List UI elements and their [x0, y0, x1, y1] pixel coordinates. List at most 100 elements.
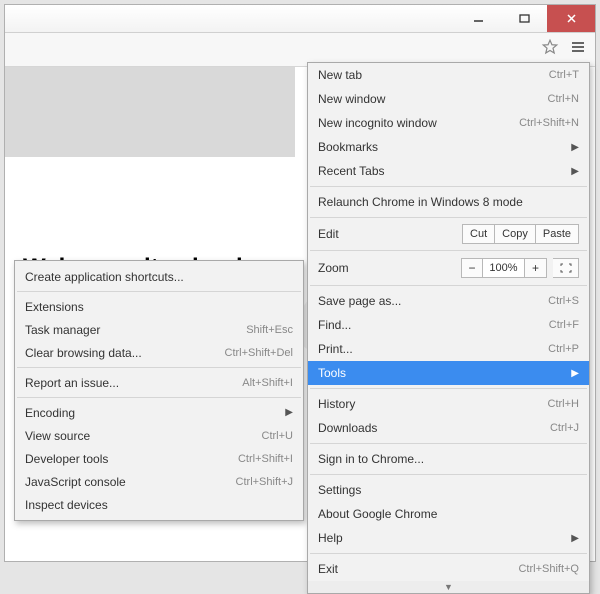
menu-label: Task manager — [25, 323, 246, 337]
maximize-button[interactable] — [501, 5, 547, 32]
close-button[interactable] — [547, 5, 595, 32]
menu-label: View source — [25, 429, 262, 443]
menu-shortcut: Ctrl+U — [262, 430, 293, 442]
separator — [17, 367, 301, 368]
zoom-value: 100% — [483, 258, 525, 278]
zoom-out-button[interactable]: − — [461, 258, 483, 278]
menu-help[interactable]: Help▶ — [308, 526, 589, 550]
menu-shortcut: Ctrl+Shift+N — [519, 117, 579, 129]
menu-label: New tab — [318, 68, 549, 82]
menu-shortcut: Ctrl+N — [548, 93, 579, 105]
menu-label: Print... — [318, 342, 548, 356]
tools-submenu: Create application shortcuts... Extensio… — [14, 260, 304, 521]
chevron-right-icon: ▶ — [571, 368, 579, 379]
menu-label: Find... — [318, 318, 549, 332]
menu-scroll-down[interactable]: ▼ — [308, 581, 589, 593]
separator — [310, 443, 587, 444]
menu-view-source[interactable]: View sourceCtrl+U — [15, 424, 303, 447]
menu-tools[interactable]: Tools ▶ — [308, 361, 589, 385]
menu-label: New window — [318, 92, 548, 106]
menu-label: Clear browsing data... — [25, 346, 225, 360]
copy-button[interactable]: Copy — [495, 224, 536, 244]
menu-label: Encoding — [25, 406, 279, 420]
separator — [17, 291, 301, 292]
menu-label: Downloads — [318, 421, 550, 435]
menu-shortcut: Ctrl+T — [549, 69, 579, 81]
menu-recent-tabs[interactable]: Recent Tabs ▶ — [308, 159, 589, 183]
menu-label: Relaunch Chrome in Windows 8 mode — [318, 195, 579, 209]
menu-label: Recent Tabs — [318, 164, 565, 178]
bookmark-star-icon[interactable] — [541, 38, 559, 61]
menu-new-window[interactable]: New windowCtrl+N — [308, 87, 589, 111]
menu-inspect-devices[interactable]: Inspect devices — [15, 493, 303, 516]
chrome-main-menu: New tabCtrl+T New windowCtrl+N New incog… — [307, 62, 590, 594]
menu-zoom-row: Zoom − 100% + — [308, 254, 589, 282]
menu-about[interactable]: About Google Chrome — [308, 502, 589, 526]
menu-label: JavaScript console — [25, 475, 236, 489]
menu-label: Report an issue... — [25, 376, 242, 390]
separator — [310, 217, 587, 218]
menu-relaunch[interactable]: Relaunch Chrome in Windows 8 mode — [308, 190, 589, 214]
separator — [310, 285, 587, 286]
chevron-right-icon: ▶ — [571, 142, 579, 153]
hamburger-menu-icon[interactable] — [569, 38, 587, 61]
menu-label: Sign in to Chrome... — [318, 452, 579, 466]
menu-save-page[interactable]: Save page as...Ctrl+S — [308, 289, 589, 313]
menu-label: Help — [318, 531, 565, 545]
menu-new-tab[interactable]: New tabCtrl+T — [308, 63, 589, 87]
menu-bookmarks[interactable]: Bookmarks ▶ — [308, 135, 589, 159]
menu-developer-tools[interactable]: Developer toolsCtrl+Shift+I — [15, 447, 303, 470]
menu-extensions[interactable]: Extensions — [15, 295, 303, 318]
menu-label: Save page as... — [318, 294, 548, 308]
separator — [310, 186, 587, 187]
chevron-right-icon: ▶ — [571, 166, 579, 177]
zoom-in-button[interactable]: + — [525, 258, 547, 278]
menu-shortcut: Ctrl+Shift+I — [238, 453, 293, 465]
menu-label: Create application shortcuts... — [25, 270, 293, 284]
menu-clear-data[interactable]: Clear browsing data...Ctrl+Shift+Del — [15, 341, 303, 364]
menu-report-issue[interactable]: Report an issue...Alt+Shift+I — [15, 371, 303, 394]
menu-shortcut: Ctrl+Shift+J — [236, 476, 293, 488]
menu-print[interactable]: Print...Ctrl+P — [308, 337, 589, 361]
menu-shortcut: Ctrl+P — [548, 343, 579, 355]
menu-settings[interactable]: Settings — [308, 478, 589, 502]
menu-find[interactable]: Find...Ctrl+F — [308, 313, 589, 337]
menu-label: New incognito window — [318, 116, 519, 130]
menu-incognito[interactable]: New incognito windowCtrl+Shift+N — [308, 111, 589, 135]
menu-js-console[interactable]: JavaScript consoleCtrl+Shift+J — [15, 470, 303, 493]
menu-shortcut: Alt+Shift+I — [242, 377, 293, 389]
menu-create-shortcuts[interactable]: Create application shortcuts... — [15, 265, 303, 288]
menu-label: Edit — [318, 227, 462, 241]
menu-label: About Google Chrome — [318, 507, 579, 521]
minimize-button[interactable] — [455, 5, 501, 32]
menu-label: Bookmarks — [318, 140, 565, 154]
menu-label: Zoom — [318, 261, 461, 275]
background-shadow — [5, 67, 295, 157]
menu-shortcut: Ctrl+H — [548, 398, 579, 410]
menu-label: Exit — [318, 562, 518, 576]
menu-label: Settings — [318, 483, 579, 497]
menu-task-manager[interactable]: Task managerShift+Esc — [15, 318, 303, 341]
fullscreen-button[interactable] — [553, 258, 579, 278]
menu-shortcut: Ctrl+Shift+Del — [225, 347, 293, 359]
cut-button[interactable]: Cut — [462, 224, 495, 244]
menu-history[interactable]: HistoryCtrl+H — [308, 392, 589, 416]
separator — [310, 553, 587, 554]
menu-downloads[interactable]: DownloadsCtrl+J — [308, 416, 589, 440]
menu-shortcut: Ctrl+S — [548, 295, 579, 307]
menu-encoding[interactable]: Encoding▶ — [15, 401, 303, 424]
separator — [17, 397, 301, 398]
titlebar — [5, 5, 595, 33]
separator — [310, 250, 587, 251]
menu-signin[interactable]: Sign in to Chrome... — [308, 447, 589, 471]
menu-label: Developer tools — [25, 452, 238, 466]
menu-label: Tools — [318, 366, 565, 380]
menu-shortcut: Shift+Esc — [246, 324, 293, 336]
menu-shortcut: Ctrl+J — [550, 422, 579, 434]
menu-label: Inspect devices — [25, 498, 293, 512]
menu-shortcut: Ctrl+F — [549, 319, 579, 331]
separator — [310, 474, 587, 475]
separator — [310, 388, 587, 389]
menu-exit[interactable]: ExitCtrl+Shift+Q — [308, 557, 589, 581]
paste-button[interactable]: Paste — [536, 224, 579, 244]
